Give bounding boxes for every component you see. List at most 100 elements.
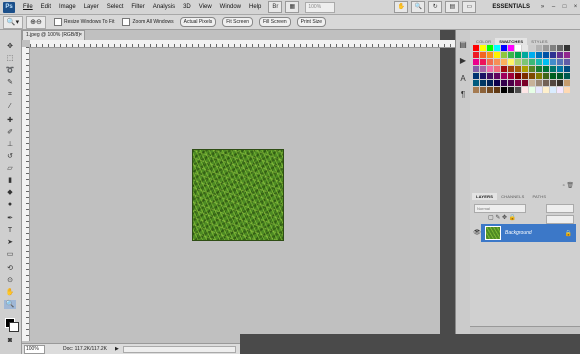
extras-icon[interactable]: ▦ [285, 1, 300, 13]
status-zoom-field[interactable]: 100% [24, 344, 45, 354]
layer-row-background[interactable]: 👁 Background 🔒 [473, 224, 576, 242]
dodge-tool-icon[interactable]: ● [4, 200, 16, 209]
color-swatch[interactable] [543, 45, 549, 51]
color-swatch[interactable] [508, 59, 514, 65]
path-selection-tool-icon[interactable]: ➤ [4, 238, 16, 247]
workspace-menu-icon[interactable]: » [538, 3, 547, 12]
tab-color[interactable]: COLOR [472, 38, 495, 45]
color-swatch[interactable] [508, 66, 514, 72]
color-swatch[interactable] [501, 80, 507, 86]
color-swatch[interactable] [564, 45, 570, 51]
color-swatch[interactable] [557, 45, 563, 51]
color-swatch[interactable] [543, 52, 549, 58]
color-swatch[interactable] [564, 80, 570, 86]
color-swatch[interactable] [515, 87, 521, 93]
color-swatch[interactable] [515, 73, 521, 79]
eyedropper-tool-icon[interactable]: ⁄ [4, 102, 16, 111]
menu-filter[interactable]: Filter [127, 0, 148, 14]
background-color-swatch[interactable] [9, 322, 19, 332]
color-swatch[interactable] [508, 80, 514, 86]
color-swatch[interactable] [494, 66, 500, 72]
color-swatch[interactable] [522, 45, 528, 51]
menu-edit[interactable]: Edit [37, 0, 55, 14]
color-swatch[interactable] [480, 45, 486, 51]
color-swatch[interactable] [480, 59, 486, 65]
color-swatch[interactable] [529, 66, 535, 72]
color-swatch[interactable] [501, 66, 507, 72]
blend-mode-select[interactable]: Normal [474, 204, 526, 213]
color-swatch[interactable] [543, 59, 549, 65]
screen-mode-icon[interactable]: ▭ [462, 1, 477, 13]
gradient-tool-icon[interactable]: ▮ [4, 176, 16, 185]
zoom-tool-icon[interactable]: 🔍 [4, 300, 16, 309]
color-swatch[interactable] [480, 87, 486, 93]
color-swatch[interactable] [501, 87, 507, 93]
zoom-tool-icon[interactable]: 🔍 [411, 1, 426, 13]
color-swatch[interactable] [494, 73, 500, 79]
bridge-icon[interactable]: Br [268, 1, 283, 13]
color-swatch[interactable] [536, 73, 542, 79]
actions-panel-icon[interactable]: ▶ [458, 56, 468, 66]
visibility-eye-icon[interactable]: 👁 [473, 224, 481, 242]
resize-windows-checkbox[interactable]: Resize Windows To Fit [54, 18, 114, 26]
color-swatch[interactable] [557, 73, 563, 79]
actual-pixels-button[interactable]: Actual Pixels [179, 17, 217, 27]
color-swatch[interactable] [550, 59, 556, 65]
color-swatch[interactable] [522, 73, 528, 79]
color-swatch[interactable] [522, 66, 528, 72]
quick-mask-icon[interactable]: ◙ [4, 336, 16, 345]
tab-paths[interactable]: PATHS [528, 193, 550, 200]
color-swatch[interactable] [543, 80, 549, 86]
color-swatch[interactable] [529, 73, 535, 79]
lock-position-icon[interactable]: ✥ [502, 215, 507, 221]
color-swatch[interactable] [473, 87, 479, 93]
color-swatch[interactable] [550, 52, 556, 58]
color-swatch[interactable] [564, 66, 570, 72]
color-swatch[interactable] [494, 87, 500, 93]
menu-analysis[interactable]: Analysis [149, 0, 179, 14]
color-swatch[interactable] [515, 45, 521, 51]
color-swatch[interactable] [550, 87, 556, 93]
color-swatch[interactable] [508, 45, 514, 51]
minimize-icon[interactable]: – [549, 3, 558, 12]
color-swatch[interactable] [494, 80, 500, 86]
workspace-switcher[interactable]: ESSENTIALS [492, 4, 530, 10]
zoom-in-out-icon[interactable]: ⊕⊖ [26, 15, 46, 29]
color-swatch[interactable] [550, 80, 556, 86]
arrange-documents-icon[interactable]: ▤ [445, 1, 460, 13]
horizontal-ruler[interactable] [30, 40, 462, 48]
color-swatch[interactable] [543, 87, 549, 93]
color-swatch[interactable] [536, 45, 542, 51]
color-swatch[interactable] [557, 80, 563, 86]
menu-window[interactable]: Window [216, 0, 245, 14]
color-swatch[interactable] [564, 59, 570, 65]
color-swatch[interactable] [487, 73, 493, 79]
menu-layer[interactable]: Layer [80, 0, 103, 14]
color-swatch[interactable] [550, 45, 556, 51]
color-swatch[interactable] [508, 87, 514, 93]
color-swatch[interactable] [508, 73, 514, 79]
color-swatch[interactable] [515, 66, 521, 72]
type-tool-icon[interactable]: T [4, 226, 16, 235]
color-swatch[interactable] [536, 87, 542, 93]
document-tab[interactable]: 1.jpeg @ 100% (RGB/8) × [22, 30, 85, 40]
menu-3d[interactable]: 3D [179, 0, 195, 14]
vertical-ruler[interactable] [22, 47, 30, 341]
maximize-icon[interactable]: □ [560, 3, 569, 12]
3d-orbit-tool-icon[interactable]: ⊙ [4, 276, 16, 285]
history-panel-icon[interactable]: ▤ [458, 40, 468, 50]
fit-screen-button[interactable]: Fit Screen [222, 17, 254, 27]
tab-layers[interactable]: LAYERS [472, 193, 498, 200]
color-swatch[interactable] [543, 73, 549, 79]
color-swatch[interactable] [473, 52, 479, 58]
close-icon[interactable]: × [571, 3, 580, 12]
color-swatch[interactable] [501, 59, 507, 65]
crop-tool-icon[interactable]: ⌗ [4, 90, 16, 99]
opacity-field[interactable] [546, 204, 574, 213]
color-swatch[interactable] [557, 52, 563, 58]
color-swatch[interactable] [557, 87, 563, 93]
color-swatch[interactable] [543, 66, 549, 72]
color-swatch[interactable] [501, 52, 507, 58]
menu-view[interactable]: View [195, 0, 216, 14]
color-swatch[interactable] [487, 59, 493, 65]
